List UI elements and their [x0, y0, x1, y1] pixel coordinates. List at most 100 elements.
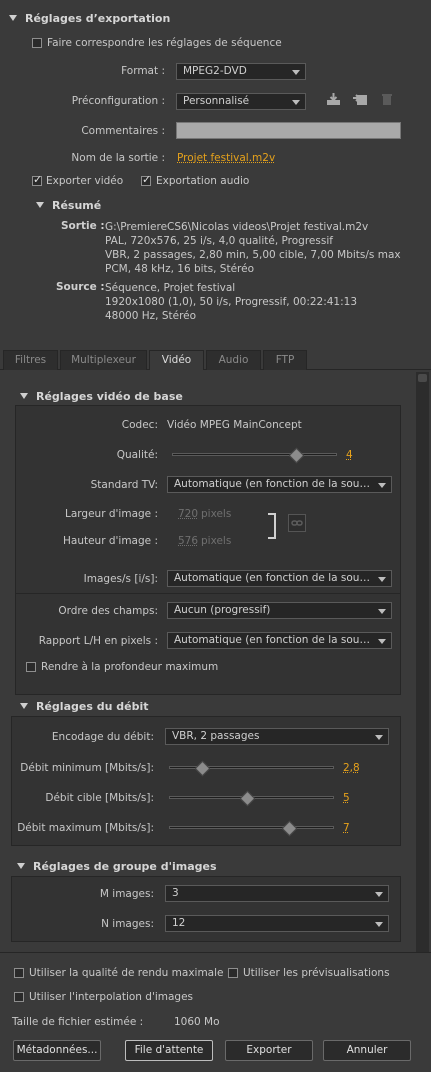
export-audio-label: Exportation audio — [156, 175, 250, 187]
cancel-button[interactable]: Annuler — [323, 1040, 411, 1061]
fps-value: Automatique (en fonction de la source) — [174, 572, 380, 584]
bitrate-header[interactable]: Réglages du débit — [20, 700, 148, 713]
collapse-triangle-icon[interactable] — [17, 863, 25, 869]
chevron-down-icon — [378, 577, 386, 582]
scrollbar-track[interactable] — [416, 372, 429, 952]
max-render-quality-checkbox[interactable] — [14, 968, 24, 978]
m-frames-dropdown[interactable]: 3 — [165, 885, 389, 902]
max-render-quality-label: Utiliser la qualité de rendu maximale — [29, 967, 224, 979]
chevron-down-icon — [292, 100, 300, 105]
chevron-down-icon — [375, 922, 383, 927]
field-order-dropdown[interactable]: Aucun (progressif) — [167, 602, 392, 619]
encoding-value: VBR, 2 passages — [172, 730, 260, 742]
tab-video[interactable]: Vidéo — [149, 350, 204, 370]
use-previews-label: Utiliser les prévisualisations — [243, 967, 390, 979]
link-bracket — [268, 513, 276, 539]
tab-filters[interactable]: Filtres — [3, 350, 58, 370]
n-frames-label: N images: — [101, 918, 154, 930]
collapse-triangle-icon[interactable] — [20, 393, 28, 399]
queue-button[interactable]: File d'attente — [125, 1040, 213, 1061]
target-bitrate-label: Débit cible [Mbits/s]: — [45, 792, 154, 804]
preset-dropdown[interactable]: Personnalisé — [176, 93, 306, 110]
match-sequence-checkbox[interactable] — [32, 38, 42, 48]
format-value: MPEG2-DVD — [183, 65, 247, 77]
export-settings-header[interactable]: Réglages d’exportation — [9, 12, 170, 25]
max-depth-label: Rendre à la profondeur maximum — [41, 661, 219, 673]
n-frames-dropdown[interactable]: 12 — [165, 915, 389, 932]
collapse-triangle-icon[interactable] — [20, 703, 28, 709]
frame-blending-label: Utiliser l'interpolation d'images — [29, 991, 194, 1003]
metadata-button[interactable]: Métadonnées... — [13, 1040, 101, 1061]
quality-slider-track[interactable] — [172, 453, 337, 456]
gop-header[interactable]: Réglages de groupe d'images — [17, 860, 217, 873]
collapse-triangle-icon[interactable] — [9, 15, 17, 21]
format-label: Format : — [121, 65, 165, 77]
height-label: Hauteur d'image : — [62, 535, 158, 547]
basic-video-header[interactable]: Réglages vidéo de base — [20, 390, 183, 403]
delete-preset-icon[interactable] — [381, 92, 393, 106]
summary-output-label: Sortie : — [61, 220, 105, 232]
output-name-label: Nom de la sortie : — [71, 152, 165, 164]
use-previews-checkbox[interactable] — [228, 968, 238, 978]
summary-source-text: Séquence, Projet festival 1920x1080 (1,0… — [105, 282, 358, 322]
summary-source-label: Source : — [56, 281, 105, 293]
file-size-label: Taille de fichier estimée : — [12, 1016, 144, 1028]
target-bitrate-value[interactable]: 5 — [343, 792, 350, 804]
codec-label: Codec: — [121, 419, 158, 431]
chevron-down-icon — [375, 892, 383, 897]
format-dropdown[interactable]: MPEG2-DVD — [176, 63, 306, 80]
max-bitrate-slider-track[interactable] — [169, 826, 334, 829]
save-preset-icon[interactable] — [326, 92, 342, 106]
aspect-value: Automatique (en fonction de la source) — [174, 634, 380, 646]
tab-audio[interactable]: Audio — [206, 350, 261, 370]
field-order-label: Ordre des champs: — [58, 605, 158, 617]
tv-standard-label: Standard TV: — [90, 479, 158, 491]
fps-dropdown[interactable]: Automatique (en fonction de la source) — [167, 570, 392, 587]
max-bitrate-label: Débit maximum [Mbits/s]: — [17, 822, 154, 834]
m-frames-value: 3 — [172, 887, 179, 899]
tv-standard-dropdown[interactable]: Automatique (en fonction de la source) — [167, 476, 392, 493]
export-button[interactable]: Exporter — [225, 1040, 313, 1061]
encoding-dropdown[interactable]: VBR, 2 passages — [165, 728, 389, 745]
export-video-checkbox[interactable] — [32, 173, 42, 186]
height-unit: pixels — [201, 535, 232, 547]
fps-label: Images/s [i/s]: — [83, 573, 158, 585]
min-bitrate-label: Débit minimum [Mbits/s]: — [20, 762, 154, 774]
scrollbar-thumb[interactable] — [418, 374, 427, 382]
m-frames-label: M images: — [99, 888, 154, 900]
aspect-dropdown[interactable]: Automatique (en fonction de la source) — [167, 632, 392, 649]
tab-multiplexer[interactable]: Multiplexeur — [60, 350, 147, 370]
width-unit: pixels — [201, 508, 232, 520]
preset-value: Personnalisé — [183, 95, 250, 107]
max-bitrate-value[interactable]: 7 — [343, 822, 350, 834]
quality-label: Qualité: — [116, 449, 158, 461]
chevron-down-icon — [378, 639, 386, 644]
width-label: Largeur d'image : — [65, 508, 158, 520]
frame-blending-checkbox[interactable] — [14, 992, 24, 1002]
collapse-triangle-icon[interactable] — [36, 202, 44, 208]
tab-ftp[interactable]: FTP — [263, 350, 307, 370]
export-video-label: Exporter vidéo — [46, 175, 124, 187]
n-frames-value: 12 — [172, 917, 186, 929]
min-bitrate-value[interactable]: 2,8 — [343, 762, 360, 774]
tv-standard-value: Automatique (en fonction de la source) — [174, 478, 380, 490]
comments-field[interactable] — [176, 122, 401, 139]
constrain-proportions-button[interactable] — [288, 514, 306, 532]
width-value[interactable]: 720 — [178, 508, 198, 520]
max-depth-checkbox[interactable] — [26, 662, 36, 672]
file-size-value: 1060 Mo — [174, 1016, 220, 1028]
height-value[interactable]: 576 — [178, 535, 198, 547]
export-audio-checkbox[interactable] — [141, 173, 151, 186]
chevron-down-icon — [292, 70, 300, 75]
preset-label: Préconfiguration : — [71, 95, 165, 107]
summary-output-text: G:\PremiereCS6\Nicolas videos\Projet fes… — [105, 221, 401, 275]
footer-divider — [0, 952, 431, 953]
quality-value[interactable]: 4 — [346, 449, 353, 461]
summary-header[interactable]: Résumé — [36, 199, 101, 212]
import-preset-icon[interactable] — [352, 92, 368, 106]
section-divider — [15, 593, 401, 594]
chevron-down-icon — [375, 735, 383, 740]
output-name-link[interactable]: Projet festival.m2v — [177, 152, 275, 164]
match-sequence-label: Faire correspondre les réglages de séque… — [47, 37, 282, 49]
aspect-label: Rapport L/H en pixels : — [38, 635, 158, 647]
